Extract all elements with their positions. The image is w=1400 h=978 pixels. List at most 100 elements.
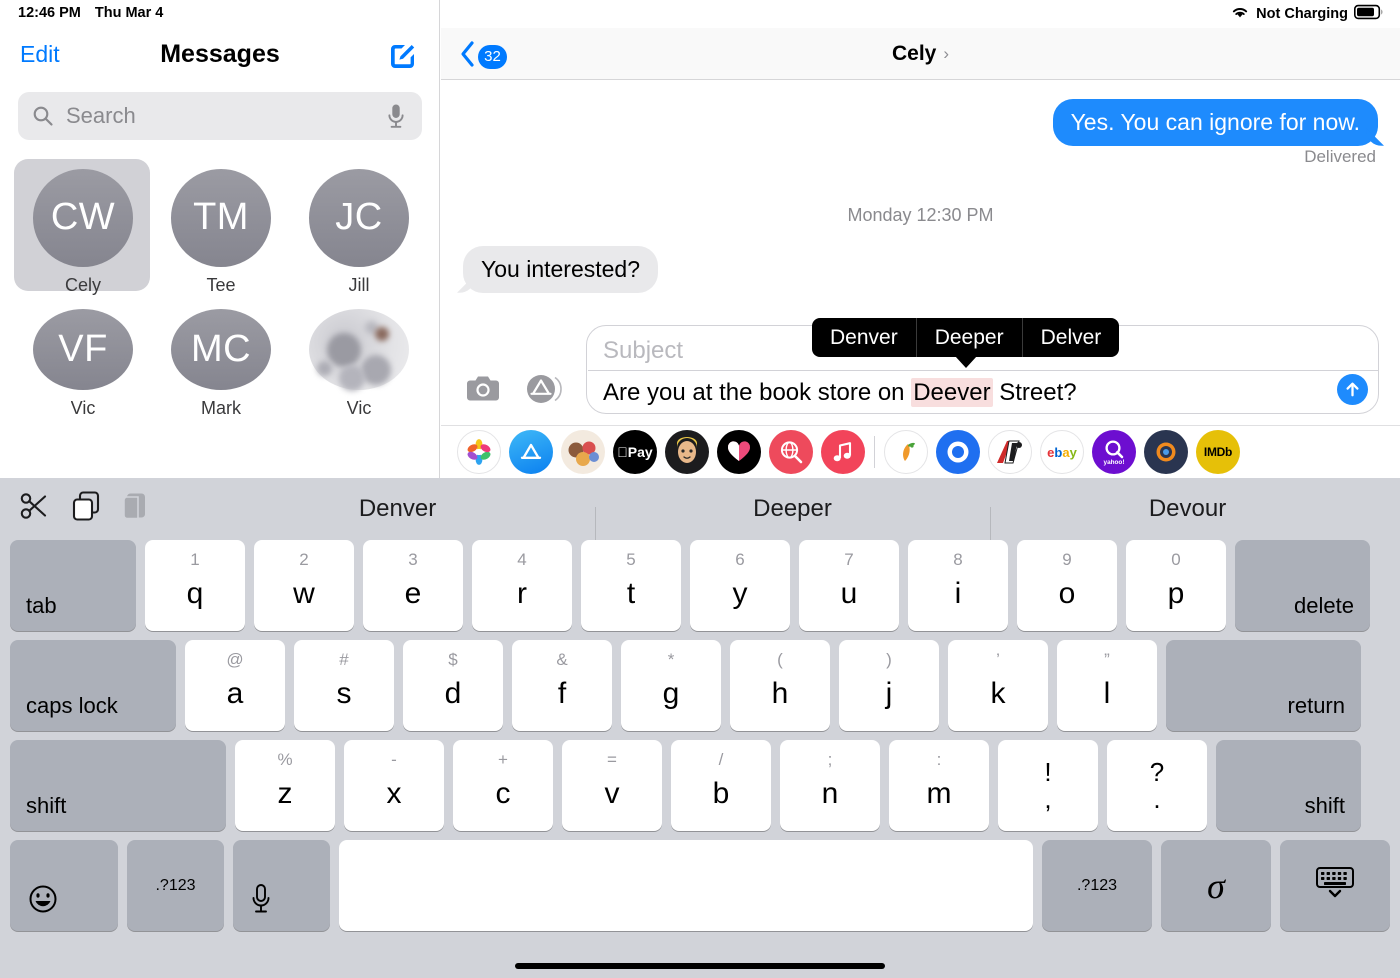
digital-touch-icon[interactable] (717, 430, 761, 474)
key-v[interactable]: = v (562, 740, 662, 831)
shift-left-key[interactable]: shift (10, 740, 226, 831)
cut-icon[interactable] (20, 491, 50, 526)
key-m[interactable]: :m (889, 740, 989, 831)
exclamation-comma-key[interactable]: !, (998, 740, 1098, 831)
key-label: shift (1304, 793, 1345, 818)
avatar-initials: JC (309, 169, 409, 267)
key-z[interactable]: % z (235, 740, 335, 831)
key-secondary-label: 3 (408, 550, 418, 569)
conversation-title[interactable]: Cely › (441, 42, 1400, 66)
contact-name-label: Tee (206, 274, 236, 295)
avatar-initials: VF (33, 309, 133, 390)
target-icon[interactable] (1144, 430, 1188, 474)
subject-input[interactable]: Subject (603, 337, 683, 365)
autocorrect-option-delver[interactable]: Delver (1023, 318, 1120, 357)
images-search-icon[interactable] (769, 430, 813, 474)
numbers-right-key[interactable]: .?123 (1042, 840, 1152, 931)
key-t[interactable]: 5t (581, 540, 681, 631)
app-store-app-icon[interactable] (509, 430, 553, 474)
key-i[interactable]: 8i (908, 540, 1008, 631)
message-body-input[interactable]: Are you at the book store on Deever Stre… (603, 378, 1077, 407)
key-secondary-label: % (277, 750, 293, 769)
delete-key[interactable]: delete (1235, 540, 1370, 631)
key-label: return (1287, 693, 1345, 718)
copy-icon[interactable] (72, 491, 100, 526)
key-c[interactable]: + c (453, 740, 553, 831)
key-secondary-label: = (607, 750, 617, 769)
microphone-icon[interactable] (386, 103, 406, 134)
memoji-stickers-icon[interactable] (561, 430, 605, 474)
hide-keyboard-key[interactable] (1280, 840, 1390, 931)
shift-right-key[interactable]: shift (1216, 740, 1361, 831)
apple-pay-icon[interactable]: Pay (613, 430, 657, 474)
key-o[interactable]: 9o (1017, 540, 1117, 631)
key-y[interactable]: 6y (690, 540, 790, 631)
contact-cell-vic[interactable]: VF Vic (14, 295, 152, 415)
conversations-sidebar: 12:46 PM Thu Mar 4 Edit Messages Search … (0, 0, 440, 478)
key-k[interactable]: ’ k (948, 640, 1048, 731)
caps-lock-key[interactable]: caps lock (10, 640, 176, 731)
memoji-icon[interactable] (665, 430, 709, 474)
key-n[interactable]: ; n (780, 740, 880, 831)
contact-name-label: Vic (346, 397, 372, 415)
key-r[interactable]: 4r (472, 540, 572, 631)
chevron-right-icon: › (943, 44, 950, 63)
autocorrect-option-deeper[interactable]: Deeper (917, 318, 1023, 357)
camera-icon[interactable] (466, 375, 500, 407)
oura-icon[interactable] (936, 430, 980, 474)
contact-name-label: Jill (348, 274, 370, 295)
key-label: tab (26, 593, 57, 618)
key-primary-label: x (386, 776, 402, 810)
key-u[interactable]: 7u (799, 540, 899, 631)
key-primary-label: b (712, 776, 730, 810)
ebay-icon[interactable]: ebay (1040, 430, 1084, 474)
key-f[interactable]: & f (512, 640, 612, 731)
key-g[interactable]: * g (621, 640, 721, 731)
key-l[interactable]: ” l (1057, 640, 1157, 731)
key-j[interactable]: ) j (839, 640, 939, 731)
question-period-key[interactable]: ?. (1107, 740, 1207, 831)
key-p[interactable]: 0p (1126, 540, 1226, 631)
stickers-icon[interactable] (988, 430, 1032, 474)
key-a[interactable]: @ a (185, 640, 285, 731)
contact-cell-cely[interactable]: CW Cely (14, 155, 152, 295)
key-h[interactable]: (h (730, 640, 830, 731)
key-w[interactable]: 2w (254, 540, 354, 631)
photos-app-icon[interactable] (457, 430, 501, 474)
space-key[interactable] (339, 840, 1033, 931)
handwriting-key[interactable]: σ (1161, 840, 1271, 931)
app-store-icon[interactable] (526, 374, 562, 409)
search-input[interactable]: Search (18, 92, 422, 140)
key-e[interactable]: 3e (363, 540, 463, 631)
key-x[interactable]: -x (344, 740, 444, 831)
prediction-devour[interactable]: Devour (990, 495, 1385, 543)
return-key[interactable]: return (1166, 640, 1361, 731)
home-indicator (515, 963, 885, 969)
tab-key[interactable]: tab (10, 540, 136, 631)
send-button[interactable] (1337, 374, 1368, 405)
autocorrect-option-denver[interactable]: Denver (812, 318, 917, 357)
prediction-deeper[interactable]: Deeper (595, 495, 990, 543)
misspelled-word[interactable]: Deever (911, 378, 993, 407)
imdb-icon[interactable]: IMDb (1196, 430, 1240, 474)
key-b[interactable]: / b (671, 740, 771, 831)
microphone-icon (249, 882, 273, 921)
instacart-icon[interactable] (884, 430, 928, 474)
music-icon[interactable] (821, 430, 865, 474)
contact-cell-jill[interactable]: JC Jill (290, 155, 428, 295)
key-q[interactable]: 1q (145, 540, 245, 631)
yahoo-search-icon[interactable]: yahoo! (1092, 430, 1136, 474)
contact-cell-vic[interactable]: Vic (290, 295, 428, 415)
autocorrect-suggestion-popup: Denver Deeper Delver (812, 318, 1120, 368)
numbers-left-key[interactable]: .?123 (127, 840, 224, 931)
prediction-denver[interactable]: Denver (200, 495, 595, 523)
key-primary-label: o (1058, 576, 1076, 610)
compose-icon[interactable] (388, 41, 418, 71)
contact-cell-mark[interactable]: MC Mark (152, 295, 290, 415)
contact-cell-tee[interactable]: TM Tee (152, 155, 290, 295)
key-d[interactable]: $ d (403, 640, 503, 731)
key-label: .?123 (1076, 876, 1118, 894)
key-s[interactable]: # s (294, 640, 394, 731)
dictation-key[interactable] (233, 840, 330, 931)
emoji-key[interactable] (10, 840, 118, 931)
